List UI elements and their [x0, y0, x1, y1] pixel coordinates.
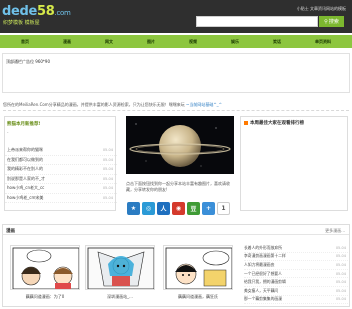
nav-item-articles[interactable]: 网文	[105, 39, 113, 45]
divider	[3, 110, 349, 111]
comics-title: 漫画	[6, 229, 15, 234]
logo-text: dede58.com	[2, 4, 71, 19]
list-item[interactable]: how小鸡老_cm宋美 05-04	[5, 194, 117, 203]
ad-text: 顶部通栏广告位 960*90	[6, 59, 50, 64]
recommend-title[interactable]: 熊猫本月新推荐!	[7, 121, 41, 127]
comic-caption[interactable]: 藕藕问道漫画：为了0	[10, 294, 80, 300]
comic-thumb[interactable]	[10, 245, 80, 290]
site-notice: 您所在的MeiliaRen.Com分享精品的漫画，并提供丰富的影人资源检索，只为…	[3, 102, 223, 107]
site-logo[interactable]: dede58.com 织梦模板 模板屋	[2, 4, 71, 26]
nav-item-home[interactable]: 首页	[21, 39, 29, 45]
nav-item-jokes[interactable]: 笑话	[273, 39, 281, 45]
weibo-icon[interactable]: ◉	[172, 202, 185, 215]
featured-caption: 点击下面按钮找到你一起分享本站丰富有趣图片，喜欢请收藏，分享转发你的朋友!	[126, 181, 230, 192]
list-item[interactable]: 那一个藕剪集集的画漫 05-04	[244, 296, 348, 305]
comic-image	[164, 246, 232, 289]
nav-item-entertainment[interactable]: 娱乐	[231, 39, 239, 45]
comics-more-link[interactable]: 更多漫画...	[325, 228, 345, 234]
ranking-panel: 本周最佳大家在观看排行榜	[240, 116, 348, 211]
search-bar: ⚲ 搜索	[196, 16, 344, 27]
comic-caption[interactable]: 深圳漫画站_...	[85, 294, 155, 300]
list-item[interactable]: 一个已经很好了想要人 05-04	[244, 270, 348, 279]
list-item[interactable]: 美女瘦人，天平藕问 05-04	[244, 287, 348, 296]
nav-item-pages[interactable]: 单页资料	[315, 39, 331, 45]
douban-icon[interactable]: 豆	[187, 202, 200, 215]
site-header: dede58.com 织梦模板 模板屋 小贴士 文章资讯网站的模板 ⚲ 搜索	[0, 0, 352, 33]
list-item[interactable]: 在我们都可以做到的 05-04	[5, 156, 117, 165]
list-item[interactable]: how小鸡_cn老大_cc 05-04	[5, 184, 117, 194]
star-share-icon[interactable]: ★	[127, 202, 140, 215]
logo-tagline: 织梦模板 模板屋	[3, 20, 40, 26]
comic-thumb[interactable]	[163, 245, 233, 290]
list-item[interactable]: 给我只我，拥的漫画剪辑 05-04	[244, 278, 348, 287]
comics-section: 漫画 更多漫画... 藕藕问道漫画：为了0 深圳漫画站_... 藕藕问道漫画，藕…	[2, 224, 350, 307]
search-input[interactable]	[196, 16, 318, 27]
saturn-illustration	[126, 116, 234, 174]
ranking-title[interactable]: 本周最佳大家在观看排行榜	[244, 120, 304, 126]
plus-icon[interactable]: +	[202, 202, 215, 215]
comic-thumb[interactable]	[85, 245, 155, 290]
comic-caption[interactable]: 藕藕问道漫画，藕狂氏	[163, 294, 233, 300]
comics-header: 漫画 更多漫画...	[3, 225, 349, 235]
recommend-panel: 熊猫本月新推荐! - 上帝派来帮你的猫咪 05-04 在我们都可以做到的 05-04…	[4, 116, 117, 211]
featured-image[interactable]	[126, 116, 234, 174]
bullet-icon	[244, 121, 248, 125]
nav-item-pictures[interactable]: 图片	[147, 39, 155, 45]
list-item[interactable]: 别说那是人家的不_才 05-04	[5, 175, 117, 184]
search-icon: ⚲	[324, 18, 328, 25]
list-item[interactable]: 长着人的外形而放弃所 05-04	[244, 244, 348, 253]
search-button[interactable]: ⚲ 搜索	[319, 16, 344, 27]
recommend-subtitle: -	[7, 130, 9, 135]
list-item[interactable]: 上帝派来帮你的猫咪 05-04	[5, 146, 117, 156]
comic-image	[86, 246, 154, 289]
nav-item-videos[interactable]: 视频	[189, 39, 197, 45]
recommend-list: 上帝派来帮你的猫咪 05-04 在我们都可以做到的 05-04 我的精彩不在别人的 0…	[5, 146, 117, 203]
list-item[interactable]: 李奇漫剪画漫画第十二样 05-04	[244, 253, 348, 262]
main-nav: 首页 漫画 网文 图片 视频 娱乐 笑话 单页资料	[0, 35, 352, 48]
list-item[interactable]: 我的精彩不在别人的 05-04	[5, 165, 117, 175]
list-item[interactable]: 人如力将最漫画丧 05-04	[244, 261, 348, 270]
share-count: 1	[217, 202, 230, 215]
comic-image	[11, 246, 79, 289]
top-links[interactable]: 小贴士 文章资讯网站的模板	[297, 6, 346, 12]
comics-list: 长着人的外形而放弃所 05-04 李奇漫剪画漫画第十二样 05-04 人如力将最漫画…	[244, 244, 348, 305]
top-ad-banner[interactable]: 顶部通栏广告位 960*90	[2, 53, 350, 93]
share-bar: ★ ◎ 人 ◉ 豆 + 1	[127, 202, 230, 215]
nav-item-comics[interactable]: 漫画	[63, 39, 71, 45]
qzone-icon[interactable]: ◎	[142, 202, 155, 215]
notice-link[interactable]: ~当前网站基础^_^	[186, 102, 222, 107]
renren-icon[interactable]: 人	[157, 202, 170, 215]
